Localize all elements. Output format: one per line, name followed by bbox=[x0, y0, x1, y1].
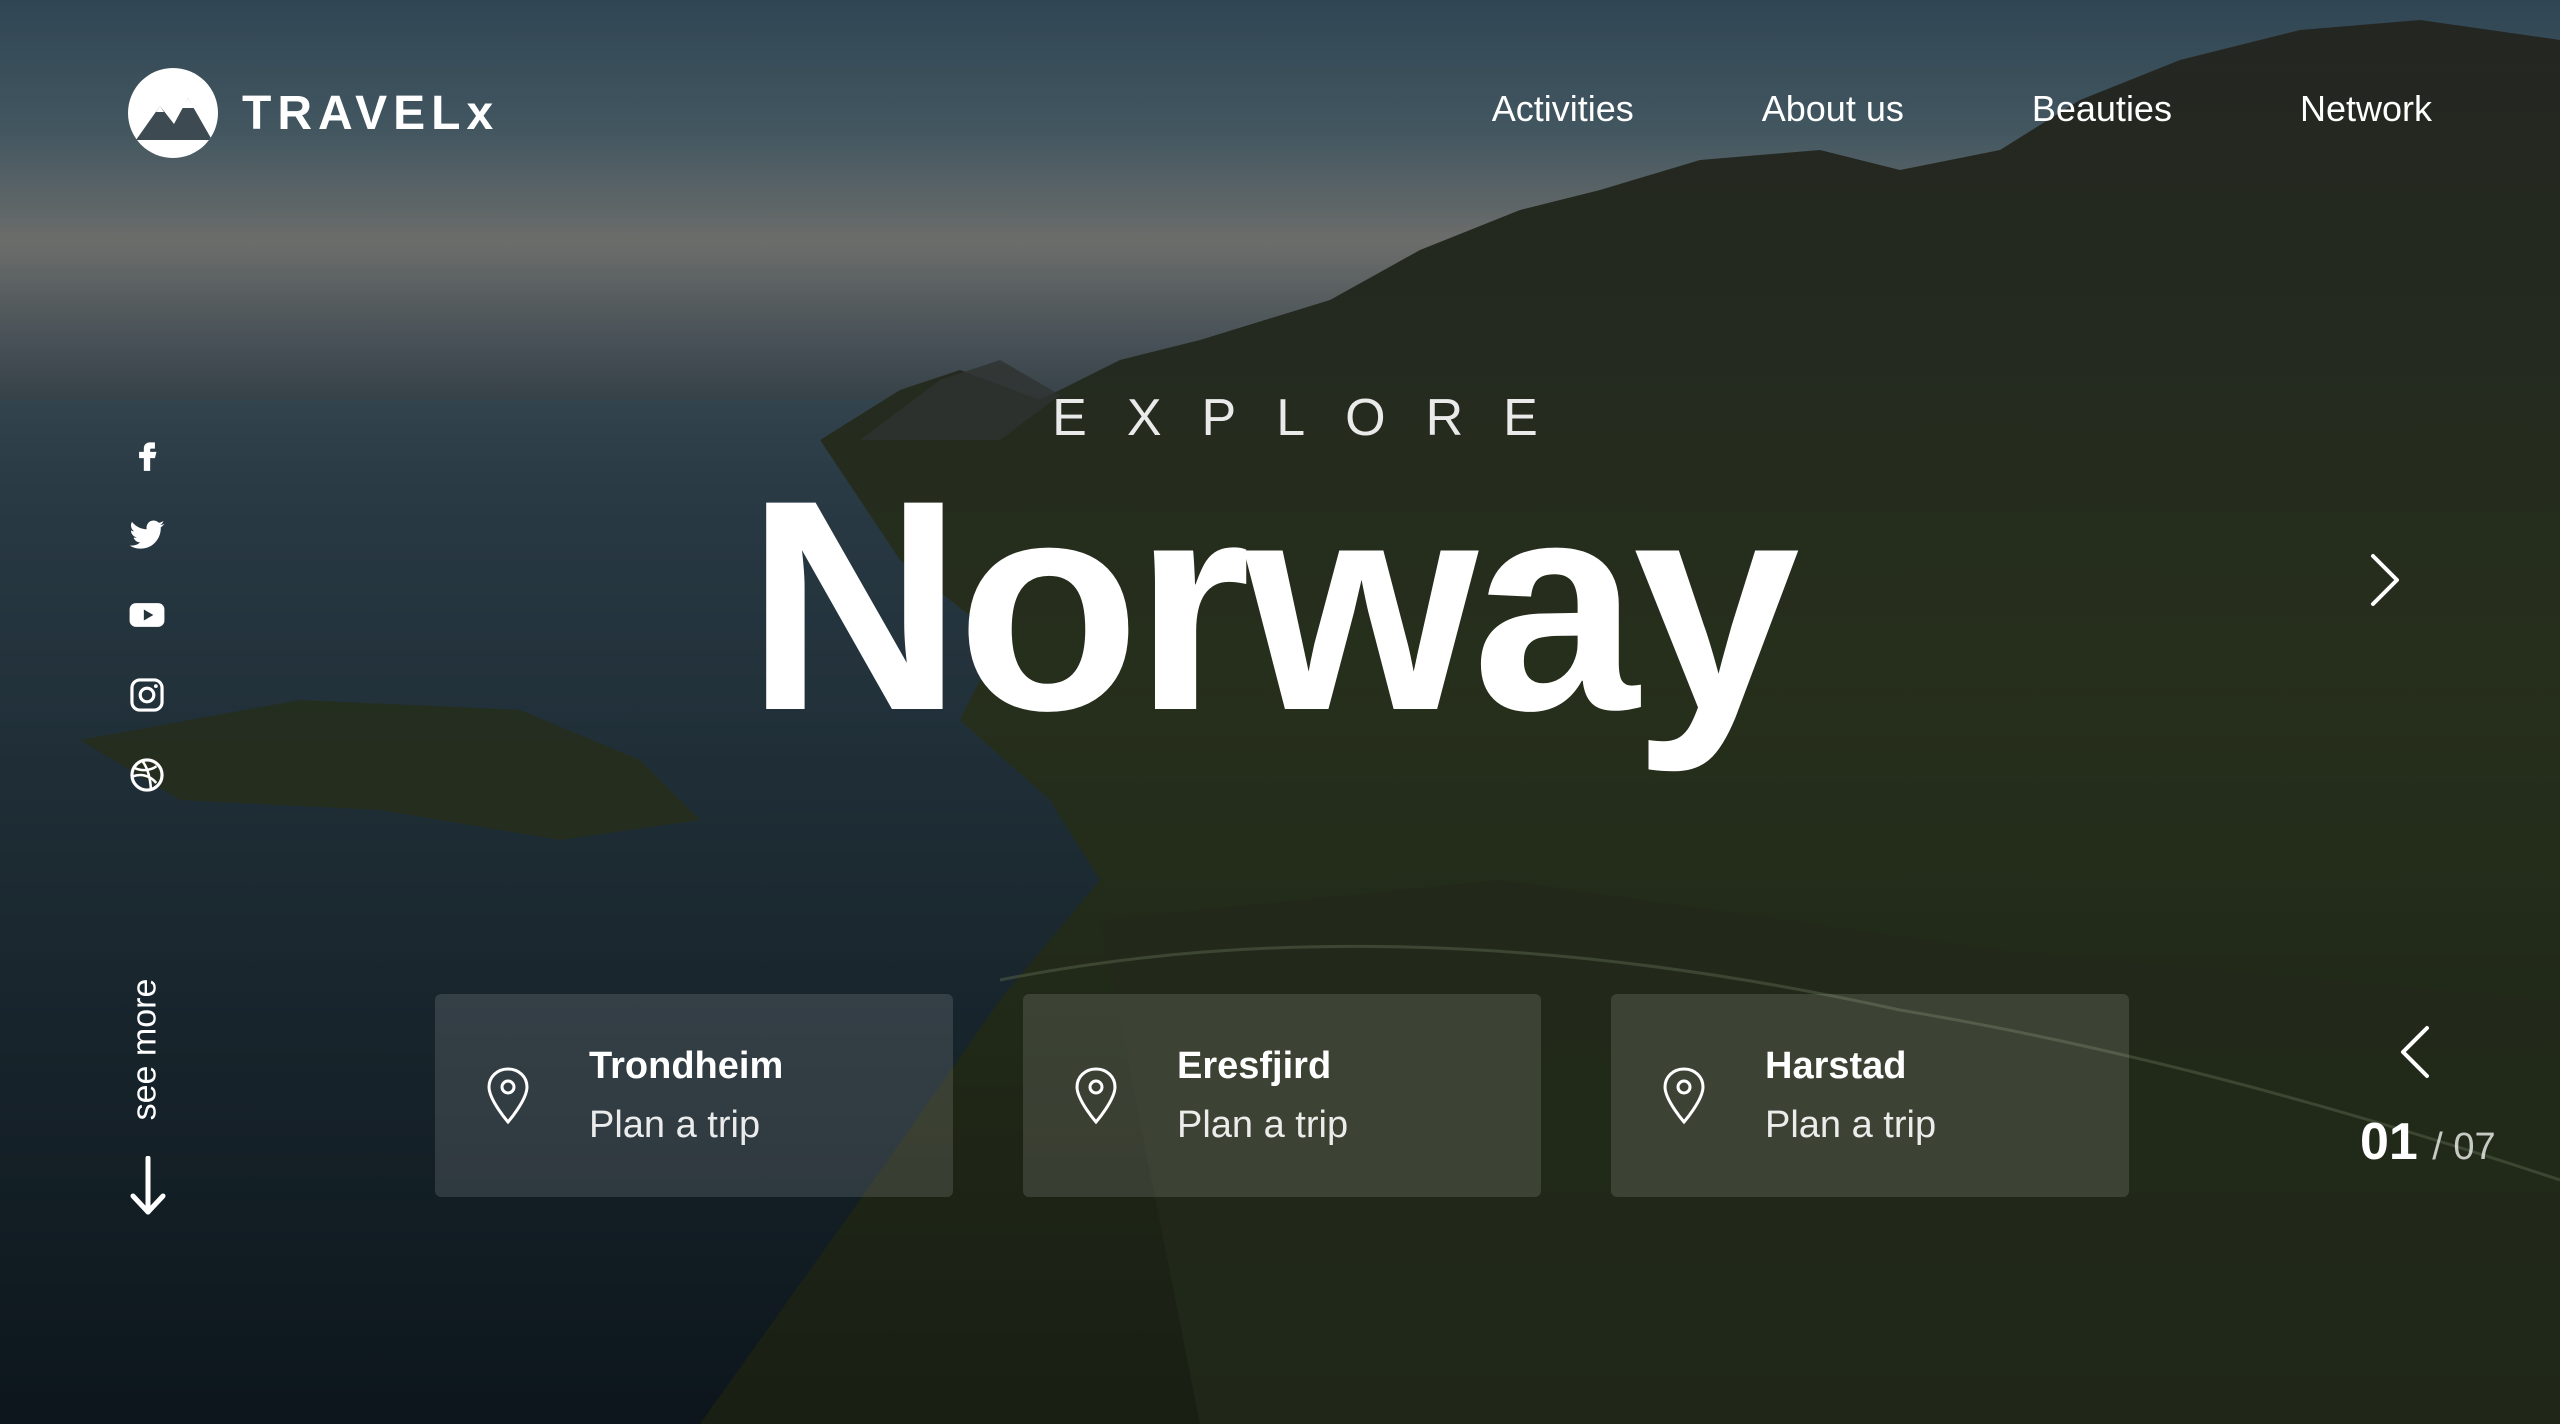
main-nav: Activities About us Beauties Network bbox=[1492, 88, 2432, 130]
prev-slide-button[interactable] bbox=[2395, 1022, 2435, 1082]
location-pin-icon bbox=[1661, 1066, 1707, 1126]
location-pin-icon bbox=[485, 1066, 531, 1126]
nav-about-us[interactable]: About us bbox=[1762, 88, 1904, 130]
nav-beauties[interactable]: Beauties bbox=[2032, 88, 2172, 130]
chevron-left-icon bbox=[2401, 1026, 2429, 1078]
card-title: Harstad bbox=[1765, 1044, 1907, 1087]
brand-name: TRAVELx bbox=[242, 86, 500, 140]
plan-trip-link[interactable]: Plan a trip bbox=[589, 1104, 783, 1147]
hero-title: Norway bbox=[746, 437, 1800, 773]
arrow-down-icon bbox=[128, 1155, 168, 1216]
slide-counter: 01 / 07 bbox=[2360, 1112, 2496, 1172]
destination-card[interactable]: Harstad Plan a trip bbox=[1611, 994, 2129, 1197]
plan-trip-link[interactable]: Plan a trip bbox=[1765, 1104, 1936, 1147]
chevron-right-icon bbox=[2371, 554, 2399, 606]
mountain-logo-icon bbox=[128, 68, 218, 158]
destination-cards: Trondheim Plan a trip Eresfjird Plan a t… bbox=[435, 994, 2129, 1197]
nav-network[interactable]: Network bbox=[2300, 88, 2432, 130]
see-more[interactable]: see more bbox=[118, 960, 178, 1220]
destination-card[interactable]: Eresfjird Plan a trip bbox=[1023, 994, 1541, 1197]
plan-trip-link[interactable]: Plan a trip bbox=[1177, 1104, 1348, 1147]
brand-logo[interactable]: TRAVELx bbox=[128, 68, 499, 158]
card-title: Trondheim bbox=[589, 1044, 784, 1087]
destination-card[interactable]: Trondheim Plan a trip bbox=[435, 994, 953, 1197]
nav-activities[interactable]: Activities bbox=[1492, 88, 1634, 130]
location-pin-icon bbox=[1073, 1066, 1119, 1126]
see-more-label: see more bbox=[125, 978, 164, 1121]
slide-total: / 07 bbox=[2432, 1126, 2496, 1168]
card-title: Eresfjird bbox=[1177, 1044, 1332, 1087]
slide-current: 01 bbox=[2360, 1113, 2418, 1171]
next-slide-button[interactable] bbox=[2365, 550, 2405, 610]
